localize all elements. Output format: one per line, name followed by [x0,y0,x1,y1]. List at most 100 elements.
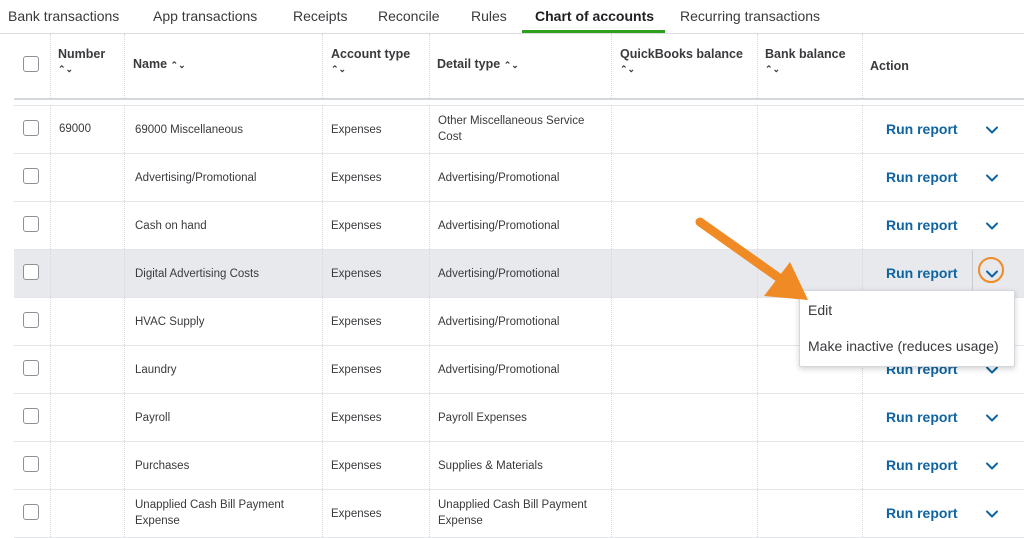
accounts-table: Number ⌃⌄ Name ⌃⌄ Account type ⌃⌄ Detail… [14,34,1024,538]
chevron-down-icon[interactable] [984,122,1000,138]
column-label: Number [58,47,106,61]
column-divider [322,34,323,98]
column-divider [862,202,863,249]
column-divider [429,250,430,297]
row-checkbox[interactable] [23,456,39,472]
sort-icon[interactable]: ⌃⌄ [171,60,186,71]
column-divider [124,154,125,201]
sort-icon[interactable]: ⌃⌄ [58,64,73,75]
column-divider [50,442,51,489]
column-label: Account type [331,47,411,61]
column-divider [322,250,323,297]
account-name: 69000 Miscellaneous [135,124,244,136]
row-checkbox[interactable] [23,312,39,328]
chevron-down-icon[interactable] [984,458,1000,474]
column-header-action: Action [870,59,909,73]
column-divider [50,34,51,98]
column-divider [862,442,863,489]
table-row: Purchases Expenses Supplies & Materials … [14,442,1024,490]
column-divider [322,106,323,153]
sort-icon[interactable]: ⌃⌄ [765,64,780,75]
column-divider [124,202,125,249]
column-divider [50,346,51,393]
column-divider [50,154,51,201]
column-divider [862,394,863,441]
menu-item-make-inactive[interactable]: Make inactive (reduces usage) [808,338,999,354]
column-divider [50,106,51,153]
column-divider [757,34,758,98]
column-divider [862,490,863,537]
account-type: Expenses [331,460,382,472]
run-report-link[interactable]: Run report [886,217,958,233]
row-checkbox[interactable] [23,264,39,280]
tab-reconcile[interactable]: Reconcile [378,8,439,24]
column-header-account-type[interactable]: Account type ⌃⌄ [331,47,410,75]
column-divider [322,442,323,489]
row-checkbox[interactable] [23,360,39,376]
account-number: 69000 [59,123,91,135]
column-label: QuickBooks balance [620,47,743,61]
run-report-link[interactable]: Run report [886,409,958,425]
column-header-bank-balance[interactable]: Bank balance ⌃⌄ [765,47,846,75]
account-name: Digital Advertising Costs [135,268,259,280]
run-report-link[interactable]: Run report [886,169,958,185]
run-report-link[interactable]: Run report [886,505,958,521]
sort-icon[interactable]: ⌃⌄ [620,64,635,75]
column-divider [124,298,125,345]
column-header-detail-type[interactable]: Detail type ⌃⌄ [437,57,519,71]
tab-rules[interactable]: Rules [471,8,507,24]
account-name: Payroll [135,412,171,424]
row-checkbox[interactable] [23,504,39,520]
account-type: Expenses [331,412,382,424]
chevron-down-icon[interactable] [984,218,1000,234]
column-divider [611,250,612,297]
sort-icon[interactable]: ⌃⌄ [504,60,519,71]
sort-icon[interactable]: ⌃⌄ [331,64,346,75]
detail-type: Payroll Expenses [438,412,527,424]
column-divider [611,346,612,393]
column-divider [124,394,125,441]
tab-chart-of-accounts[interactable]: Chart of accounts [535,8,654,24]
column-divider [757,442,758,489]
account-type: Expenses [331,364,382,376]
table-row: 69000 69000 Miscellaneous Expenses Other… [14,106,1024,154]
column-header-quickbooks-balance[interactable]: QuickBooks balance ⌃⌄ [620,47,743,75]
run-report-link[interactable]: Run report [886,121,958,137]
run-report-link[interactable]: Run report [886,265,958,281]
column-divider [50,250,51,297]
chevron-down-icon[interactable] [984,410,1000,426]
tab-receipts[interactable]: Receipts [293,8,347,24]
row-checkbox[interactable] [23,216,39,232]
column-divider [322,154,323,201]
column-header-name[interactable]: Name ⌃⌄ [133,57,186,71]
tab-recurring-transactions[interactable]: Recurring transactions [680,8,820,24]
detail-type: Advertising/Promotional [438,172,560,184]
account-name: HVAC Supply [135,316,205,328]
table-row: Payroll Expenses Payroll Expenses Run re… [14,394,1024,442]
select-all-checkbox[interactable] [23,56,39,72]
column-divider [429,154,430,201]
column-divider [124,106,125,153]
run-report-link[interactable]: Run report [886,457,958,473]
tab-bank-transactions[interactable]: Bank transactions [8,8,119,24]
row-checkbox[interactable] [23,168,39,184]
account-type: Expenses [331,316,382,328]
account-name: Advertising/Promotional [135,172,257,184]
column-header-number[interactable]: Number ⌃⌄ [58,47,105,75]
active-tab-indicator [522,30,665,33]
column-divider [124,490,125,537]
column-divider [611,106,612,153]
row-checkbox[interactable] [23,408,39,424]
account-type: Expenses [331,124,382,136]
chevron-down-icon[interactable] [984,170,1000,186]
column-divider [611,34,612,98]
row-checkbox[interactable] [23,120,39,136]
column-divider [862,154,863,201]
tab-app-transactions[interactable]: App transactions [153,8,257,24]
detail-type: Supplies & Materials [438,460,543,472]
account-type: Expenses [331,220,382,232]
column-divider [611,394,612,441]
account-name: Unapplied Cash Bill Payment Expense [135,499,284,527]
column-divider [757,154,758,201]
column-divider [429,442,430,489]
